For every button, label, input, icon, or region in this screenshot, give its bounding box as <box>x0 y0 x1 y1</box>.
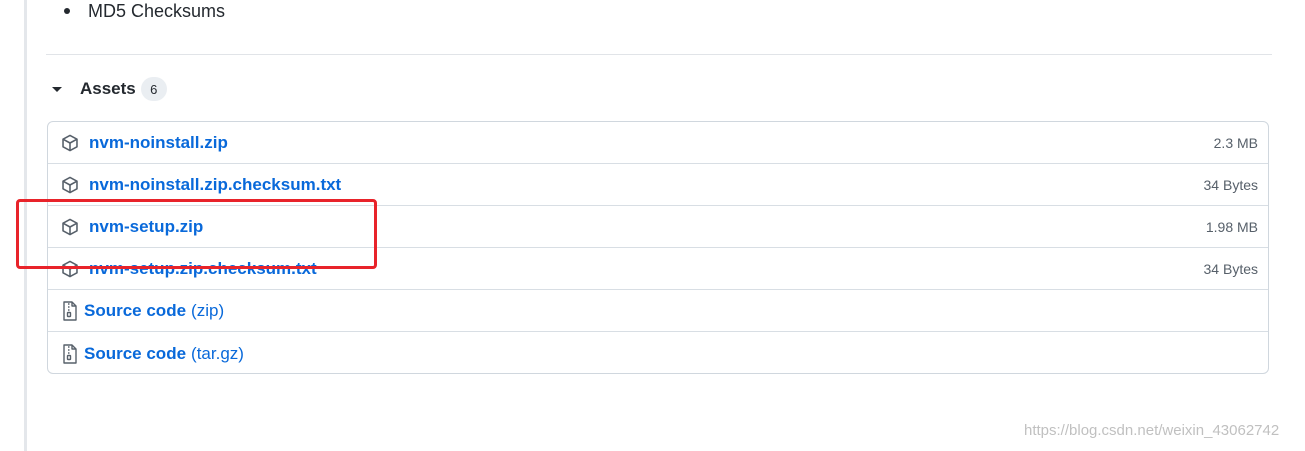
asset-size: 1.98 MB <box>1205 218 1258 235</box>
caret-down-icon[interactable] <box>52 86 62 92</box>
assets-count-badge: 6 <box>140 77 167 101</box>
asset-row-nvm-noinstall-zip[interactable]: nvm-noinstall.zip 2.3 MB <box>48 122 1268 164</box>
file-zip-icon <box>60 300 80 321</box>
red-highlight-annotation <box>16 199 377 269</box>
assets-header[interactable]: Assets 6 <box>50 76 167 102</box>
source-code-targz-link[interactable]: Source code <box>84 344 186 364</box>
md5-checksums-label: MD5 Checksums <box>88 0 226 21</box>
package-icon <box>60 133 80 153</box>
asset-row-source-code-zip[interactable]: Source code (zip) <box>48 290 1268 332</box>
asset-size: 2.3 MB <box>1213 134 1258 151</box>
asset-link-nvm-noinstall-checksum[interactable]: nvm-noinstall.zip.checksum.txt <box>89 175 341 195</box>
assets-title[interactable]: Assets <box>80 79 136 99</box>
watermark-text: https://blog.csdn.net/weixin_43062742 <box>1024 422 1280 439</box>
asset-link-nvm-noinstall-zip[interactable]: nvm-noinstall.zip <box>89 133 228 153</box>
bullet-point <box>64 8 70 14</box>
file-zip-icon <box>60 343 80 364</box>
source-code-zip-link[interactable]: Source code <box>84 301 186 321</box>
asset-row-source-code-targz[interactable]: Source code (tar.gz) <box>48 332 1268 373</box>
asset-size: 34 Bytes <box>1203 260 1258 277</box>
md5-checksums-list-item: MD5 Checksums <box>64 0 225 22</box>
package-icon <box>60 175 80 195</box>
source-code-zip-suffix[interactable]: (zip) <box>191 301 224 321</box>
source-code-targz-suffix[interactable]: (tar.gz) <box>191 344 244 364</box>
asset-size: 34 Bytes <box>1203 176 1258 193</box>
section-divider <box>46 54 1272 55</box>
